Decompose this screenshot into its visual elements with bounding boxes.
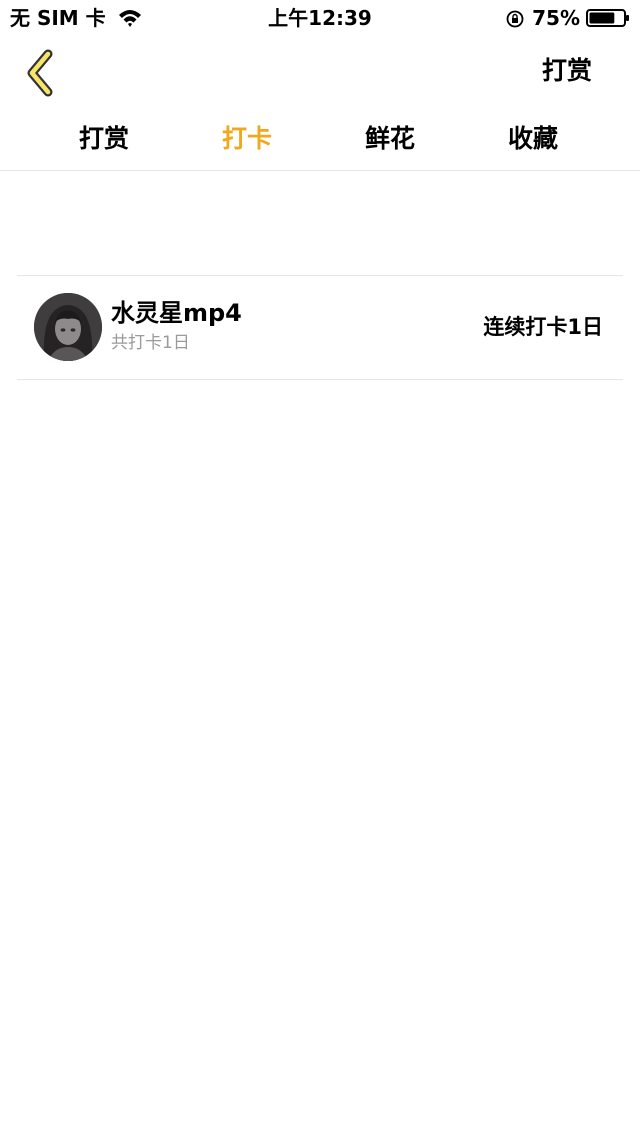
list-item[interactable]: 水灵星mp4 共打卡1日 连续打卡1日: [17, 275, 623, 380]
status-bar: 无 SIM 卡 上午12:39 75%: [0, 0, 640, 36]
back-button[interactable]: [20, 48, 60, 98]
chevron-left-icon: [20, 49, 60, 102]
battery-percent: 75%: [532, 6, 580, 30]
total-checkin-days: 共打卡1日: [111, 333, 190, 353]
battery-icon: [586, 8, 630, 28]
status-right: 75%: [506, 6, 630, 30]
user-name: 水灵星mp4: [111, 299, 242, 327]
tab-bar: 打赏 打卡 鲜花 收藏: [0, 112, 640, 171]
navigation-bar: 打赏: [0, 40, 640, 104]
checkin-streak: 连续打卡1日: [483, 315, 603, 339]
tab-flowers[interactable]: 鲜花: [335, 122, 445, 156]
tab-favorites[interactable]: 收藏: [478, 122, 588, 156]
orientation-lock-icon: [506, 9, 524, 28]
tab-reward[interactable]: 打赏: [49, 122, 159, 156]
avatar[interactable]: [34, 293, 102, 361]
reward-action-button[interactable]: 打赏: [542, 54, 592, 88]
tab-checkin[interactable]: 打卡: [192, 122, 302, 156]
